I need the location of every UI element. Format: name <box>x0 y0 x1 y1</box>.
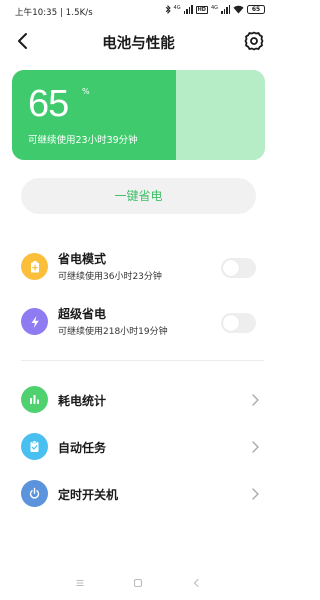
list-item-auto-tasks[interactable]: 自动任务 <box>0 427 277 467</box>
power-saving-mode-row: 省电模式 可继续使用36小时23分钟 <box>0 250 277 290</box>
battery-saver-icon <box>21 253 48 280</box>
power-saving-mode-title: 省电模式 <box>58 252 107 266</box>
navigation-bar <box>0 568 277 600</box>
back-nav-icon[interactable] <box>189 576 203 590</box>
one-key-power-save-button[interactable]: 一键省电 <box>21 178 256 214</box>
super-power-saving-subtitle: 可继续使用218小时19分钟 <box>58 327 168 337</box>
super-power-saving-row: 超级省电 可继续使用218小时19分钟 <box>0 305 277 345</box>
power-saving-mode-subtitle: 可继续使用36小时23分钟 <box>58 272 162 282</box>
header: 电池与性能 <box>0 26 277 56</box>
bar-chart-icon <box>21 386 48 413</box>
chevron-right-icon <box>252 394 259 406</box>
hd-icon: HD <box>195 5 208 14</box>
battery-status-icon: 65 <box>247 5 265 14</box>
list-item-label: 自动任务 <box>58 441 107 455</box>
status-bar: 上午10:35 | 1.5K/s 4G HD 4G 65 <box>0 0 277 22</box>
status-icons: 4G HD 4G 65 <box>165 5 265 14</box>
menu-icon[interactable] <box>73 576 87 590</box>
page-title: 电池与性能 <box>102 36 175 52</box>
toggle-knob <box>223 260 239 276</box>
list-item-power-usage-stats[interactable]: 耗电统计 <box>0 380 277 420</box>
list-item-scheduled-power[interactable]: 定时开关机 <box>0 474 277 514</box>
wifi-icon <box>233 5 244 14</box>
status-time-speed: 上午10:35 | 1.5K/s <box>15 8 93 18</box>
battery-percent: 65 <box>28 83 69 125</box>
bluetooth-icon <box>165 5 171 14</box>
signal-2-icon <box>221 5 230 14</box>
power-saving-mode-toggle[interactable] <box>221 258 256 278</box>
gear-icon[interactable] <box>243 30 265 52</box>
list-item-label: 定时开关机 <box>58 488 119 502</box>
chevron-right-icon <box>252 441 259 453</box>
percent-unit: % <box>82 87 90 96</box>
list-item-label: 耗电统计 <box>58 394 107 408</box>
battery-card: 65 % 可继续使用23小时39分钟 <box>12 70 265 160</box>
signal-label-2: 4G <box>210 5 218 11</box>
super-power-saving-title: 超级省电 <box>58 307 107 321</box>
battery-remaining-time: 可继续使用23小时39分钟 <box>28 135 138 146</box>
chevron-right-icon <box>252 488 259 500</box>
toggle-knob <box>223 315 239 331</box>
signal-1-icon <box>183 5 193 14</box>
clipboard-check-icon <box>21 433 48 460</box>
lightning-icon <box>21 308 48 335</box>
signal-label-1: 4G <box>173 5 181 11</box>
divider <box>21 360 264 361</box>
home-icon[interactable] <box>131 576 145 590</box>
power-icon <box>21 480 48 507</box>
super-power-saving-toggle[interactable] <box>221 313 256 333</box>
